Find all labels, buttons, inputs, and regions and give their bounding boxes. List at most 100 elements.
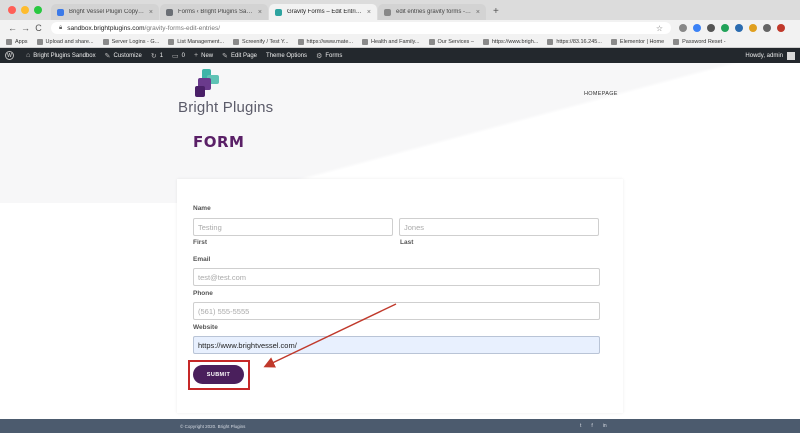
browser-tab[interactable]: edit entries gravity forms - Go × xyxy=(378,4,486,20)
bookmark-item[interactable]: Server Logins - G... xyxy=(102,38,159,45)
social-link-icon[interactable]: f xyxy=(591,423,592,429)
bookmark-star-icon[interactable]: ☆ xyxy=(656,24,663,33)
bookmark-item[interactable]: Our Services – xyxy=(428,38,474,45)
bookmark-item[interactable]: https://83.16.245... xyxy=(547,38,602,45)
bookmark-item[interactable]: List Management... xyxy=(168,38,224,45)
lock-icon: 🔒︎ xyxy=(59,24,63,31)
site-name-label: Bright Plugins Sandbox xyxy=(33,52,96,59)
forms-label: Forms xyxy=(325,52,343,59)
bookmark-label: Password Reset - xyxy=(682,38,726,45)
browser-tab[interactable]: Gravity Forms – Edit Entries - × xyxy=(269,4,377,20)
bookmark-favicon-icon xyxy=(233,38,240,45)
first-name-input[interactable]: Testing xyxy=(193,218,393,236)
bookmark-label: https://www.mate... xyxy=(306,38,353,45)
bookmark-item[interactable]: Password Reset - xyxy=(673,38,726,45)
social-link-icon[interactable]: in xyxy=(603,423,607,429)
extension-icon[interactable] xyxy=(763,24,771,32)
extension-icon[interactable] xyxy=(735,24,743,32)
url-path: /gravity-forms-edit-entries/ xyxy=(144,24,221,32)
bookmark-label: Apps xyxy=(15,38,28,45)
website-input[interactable]: https://www.brightvessel.com/ xyxy=(193,336,600,354)
bookmark-item[interactable]: https://www.brigh... xyxy=(482,38,538,45)
submit-button[interactable]: SUBMIT xyxy=(193,365,244,384)
homepage-nav-link[interactable]: HOMEPAGE xyxy=(584,91,618,97)
updates-icon: ↻ xyxy=(150,52,157,60)
window-controls xyxy=(0,0,51,20)
bookmark-favicon-icon xyxy=(673,38,680,45)
theme-options-label: Theme Options xyxy=(266,52,308,59)
wp-logo-menu[interactable]: W xyxy=(5,51,17,60)
browser-tab[interactable]: Forms ‹ Bright Plugins Sandbo × xyxy=(160,4,268,20)
maximize-window-button[interactable] xyxy=(34,6,42,14)
minimize-window-button[interactable] xyxy=(21,6,29,14)
tab-label: Bright Vessel Plugin Copy - Go xyxy=(69,9,145,15)
new-tab-button[interactable]: + xyxy=(487,4,505,20)
bookmark-item[interactable]: Upload and share... xyxy=(36,38,94,45)
edit-page-link[interactable]: ✎ Edit Page xyxy=(222,52,257,60)
comments-link[interactable]: ▭ 0 xyxy=(172,52,185,60)
back-button[interactable]: ← xyxy=(6,23,19,33)
email-label: Email xyxy=(193,256,211,263)
tab-strip: Bright Vessel Plugin Copy - Go × Forms ‹ B… xyxy=(51,4,487,20)
forms-menu[interactable]: ⚙ Forms xyxy=(316,52,342,60)
website-label: Website xyxy=(193,324,218,331)
bookmark-item[interactable]: Health and Family... xyxy=(361,38,420,45)
bookmark-label: https://83.16.245... xyxy=(556,38,602,45)
site-name-menu[interactable]: ⌂ Bright Plugins Sandbox xyxy=(26,52,96,59)
account-menu[interactable]: Howdy, admin xyxy=(745,51,795,60)
extension-icon[interactable] xyxy=(777,24,785,32)
site-logo[interactable]: Bright Plugins xyxy=(178,69,288,117)
close-tab-icon[interactable]: × xyxy=(367,9,371,16)
extension-icon[interactable] xyxy=(749,24,757,32)
last-name-input[interactable]: Jones xyxy=(399,218,599,236)
comments-count: 0 xyxy=(181,52,186,59)
browser-tab[interactable]: Bright Vessel Plugin Copy - Go × xyxy=(51,4,159,20)
first-sublabel: First xyxy=(193,239,208,246)
home-icon: ⌂ xyxy=(26,52,31,59)
bookmark-item[interactable]: https://www.mate... xyxy=(297,38,353,45)
footer-copyright: © Copyright 2020. Bright Plugins xyxy=(180,424,246,429)
close-window-button[interactable] xyxy=(8,6,16,14)
bookmark-label: Screenify / Test Y... xyxy=(242,38,289,45)
close-tab-icon[interactable]: × xyxy=(258,9,262,16)
bookmarks-bar: Apps Upload and share... Server Logins - G… xyxy=(0,36,800,48)
extension-icon[interactable] xyxy=(721,24,729,32)
bookmark-item[interactable]: Screenify / Test Y... xyxy=(233,38,289,45)
bookmark-favicon-icon xyxy=(102,38,109,45)
plus-icon: + xyxy=(194,52,199,59)
url-host: sandbox.brightplugins.com xyxy=(67,24,145,32)
bookmark-item[interactable]: Apps xyxy=(6,38,28,45)
close-tab-icon[interactable]: × xyxy=(149,9,153,16)
page-title: FORM xyxy=(193,133,245,151)
last-sublabel: Last xyxy=(400,239,414,246)
extension-icon[interactable] xyxy=(693,24,701,32)
comment-icon: ▭ xyxy=(172,52,179,60)
wp-admin-bar: W ⌂ Bright Plugins Sandbox ✎ Customize ↻… xyxy=(0,48,800,63)
social-link-icon[interactable]: t xyxy=(580,423,581,429)
favicon-icon xyxy=(166,8,173,16)
address-bar[interactable]: 🔒︎ sandbox.brightplugins.com/gravity-for… xyxy=(51,22,671,34)
new-label: New xyxy=(201,52,214,59)
forward-button[interactable]: → xyxy=(19,23,32,33)
updates-link[interactable]: ↻ 1 xyxy=(151,52,163,60)
tab-label: Gravity Forms – Edit Entries - xyxy=(287,9,363,15)
logo-mark-icon xyxy=(195,69,219,97)
theme-options-link[interactable]: Theme Options xyxy=(266,53,307,59)
wordpress-icon: W xyxy=(5,51,14,60)
brush-icon: ✎ xyxy=(104,52,111,60)
bookmark-label: Upload and share... xyxy=(45,38,94,45)
bookmark-favicon-icon xyxy=(297,38,304,45)
customize-link[interactable]: ✎ Customize xyxy=(105,52,142,60)
reload-button[interactable]: C xyxy=(32,23,45,33)
phone-input[interactable]: (561) 555-5555 xyxy=(193,302,600,320)
close-tab-icon[interactable]: × xyxy=(476,9,480,16)
new-content-menu[interactable]: + New xyxy=(194,52,213,59)
gear-icon: ⚙ xyxy=(316,52,323,60)
bookmark-item[interactable]: Elementor | Home xyxy=(610,38,664,45)
logo-text: Bright Plugins xyxy=(178,99,274,116)
extension-icon[interactable] xyxy=(679,24,687,32)
browser-tab-bar: Bright Vessel Plugin Copy - Go × Forms ‹ B… xyxy=(0,0,800,20)
extension-icon[interactable] xyxy=(707,24,715,32)
email-input[interactable]: test@test.com xyxy=(193,268,600,286)
favicon-icon xyxy=(275,8,282,16)
